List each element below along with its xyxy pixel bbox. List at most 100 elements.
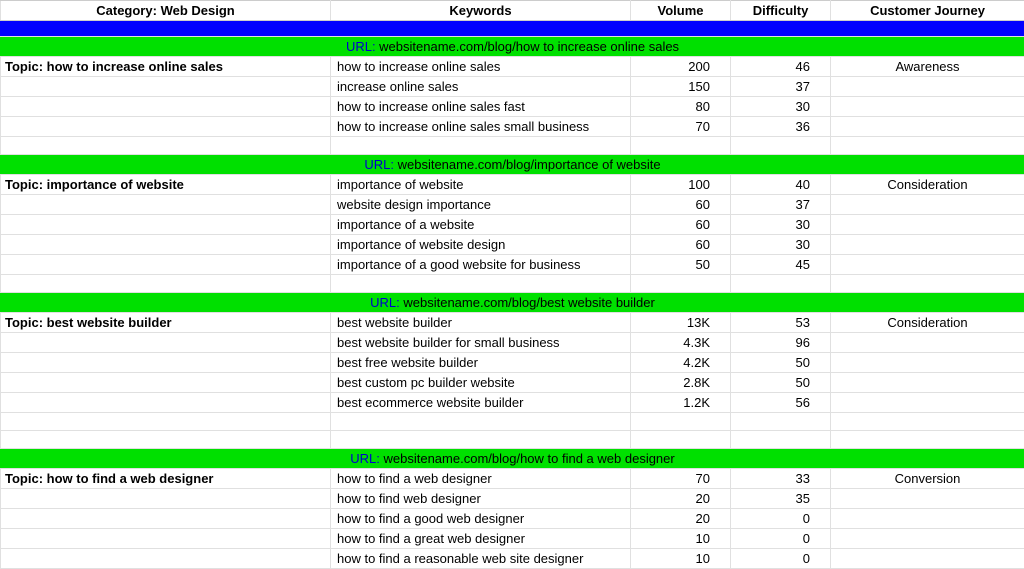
table-row: importance of website design6030 (1, 235, 1024, 255)
volume-cell: 4.3K (631, 333, 731, 353)
difficulty-cell: 37 (731, 77, 831, 97)
difficulty-cell: 30 (731, 215, 831, 235)
url-cell: URL: websitename.com/blog/how to increas… (1, 37, 1024, 57)
empty-row (1, 275, 1024, 293)
table-row: increase online sales15037 (1, 77, 1024, 97)
topic-cell: Topic: best website builder (1, 313, 331, 333)
empty-cell (831, 275, 1024, 293)
category-value: Web Design (161, 3, 235, 18)
journey-cell (831, 549, 1024, 569)
volume-cell: 13K (631, 313, 731, 333)
keyword-cell: website design importance (331, 195, 631, 215)
empty-cell (831, 413, 1024, 431)
empty-cell (631, 413, 731, 431)
volume-cell: 10 (631, 529, 731, 549)
journey-cell: Consideration (831, 313, 1024, 333)
topic-cell (1, 489, 331, 509)
journey-cell (831, 393, 1024, 413)
difficulty-cell: 0 (731, 509, 831, 529)
category-label: Category: (96, 3, 157, 18)
url-row: URL: websitename.com/blog/importance of … (1, 155, 1024, 175)
url-text: websitename.com/blog/how to increase onl… (379, 39, 679, 54)
topic-cell (1, 393, 331, 413)
difficulty-cell: 35 (731, 489, 831, 509)
topic-cell (1, 195, 331, 215)
journey-cell: Conversion (831, 469, 1024, 489)
difficulty-cell: 30 (731, 97, 831, 117)
url-label: URL: (350, 451, 383, 466)
url-label: URL: (370, 295, 403, 310)
table-row: how to find a good web designer200 (1, 509, 1024, 529)
keyword-planning-table: Category: Web Design Keywords Volume Dif… (0, 0, 1024, 569)
url-row: URL: websitename.com/blog/how to find a … (1, 449, 1024, 469)
volume-cell: 70 (631, 469, 731, 489)
journey-cell: Awareness (831, 57, 1024, 77)
volume-cell: 200 (631, 57, 731, 77)
header-keywords: Keywords (331, 1, 631, 21)
keyword-cell: best custom pc builder website (331, 373, 631, 393)
table-row: how to find web designer2035 (1, 489, 1024, 509)
topic-cell (1, 353, 331, 373)
empty-cell (1, 137, 331, 155)
journey-cell (831, 215, 1024, 235)
journey-cell (831, 97, 1024, 117)
topic-cell (1, 97, 331, 117)
difficulty-cell: 0 (731, 529, 831, 549)
topic-cell (1, 215, 331, 235)
topic-cell (1, 255, 331, 275)
journey-cell (831, 255, 1024, 275)
empty-cell (731, 413, 831, 431)
keyword-cell: how to increase online sales (331, 57, 631, 77)
topic-name: importance of website (47, 177, 184, 192)
table-row: importance of a website6030 (1, 215, 1024, 235)
table-row: Topic: importance of websiteimportance o… (1, 175, 1024, 195)
empty-row (1, 137, 1024, 155)
volume-cell: 60 (631, 235, 731, 255)
keyword-cell: how to find a web designer (331, 469, 631, 489)
empty-row (1, 413, 1024, 431)
topic-name: best website builder (47, 315, 172, 330)
table-row: website design importance6037 (1, 195, 1024, 215)
header-row: Category: Web Design Keywords Volume Dif… (1, 1, 1024, 21)
difficulty-cell: 50 (731, 373, 831, 393)
keyword-cell: importance of website design (331, 235, 631, 255)
empty-cell (731, 431, 831, 449)
topic-cell (1, 509, 331, 529)
difficulty-cell: 50 (731, 353, 831, 373)
table-row: how to increase online sales small busin… (1, 117, 1024, 137)
table-row: Topic: how to increase online saleshow t… (1, 57, 1024, 77)
topic-cell: Topic: how to increase online sales (1, 57, 331, 77)
topic-cell (1, 333, 331, 353)
topic-label: Topic: (5, 177, 47, 192)
keyword-cell: best free website builder (331, 353, 631, 373)
difficulty-cell: 53 (731, 313, 831, 333)
keyword-cell: how to find a reasonable web site design… (331, 549, 631, 569)
empty-cell (731, 137, 831, 155)
volume-cell: 50 (631, 255, 731, 275)
volume-cell: 60 (631, 215, 731, 235)
topic-cell (1, 117, 331, 137)
difficulty-cell: 30 (731, 235, 831, 255)
url-text: websitename.com/blog/how to find a web d… (384, 451, 675, 466)
keyword-cell: best website builder (331, 313, 631, 333)
empty-cell (331, 413, 631, 431)
empty-cell (331, 137, 631, 155)
topic-cell: Topic: importance of website (1, 175, 331, 195)
journey-cell (831, 117, 1024, 137)
table-row: best website builder for small business4… (1, 333, 1024, 353)
volume-cell: 80 (631, 97, 731, 117)
table-row: how to find a great web designer100 (1, 529, 1024, 549)
keyword-cell: how to find web designer (331, 489, 631, 509)
url-label: URL: (346, 39, 379, 54)
keyword-cell: importance of a good website for busines… (331, 255, 631, 275)
keyword-cell: how to increase online sales small busin… (331, 117, 631, 137)
table-row: best ecommerce website builder1.2K56 (1, 393, 1024, 413)
url-row: URL: websitename.com/blog/how to increas… (1, 37, 1024, 57)
topic-cell (1, 373, 331, 393)
journey-cell (831, 353, 1024, 373)
volume-cell: 1.2K (631, 393, 731, 413)
difficulty-cell: 40 (731, 175, 831, 195)
empty-cell (331, 275, 631, 293)
empty-cell (1, 275, 331, 293)
volume-cell: 20 (631, 509, 731, 529)
